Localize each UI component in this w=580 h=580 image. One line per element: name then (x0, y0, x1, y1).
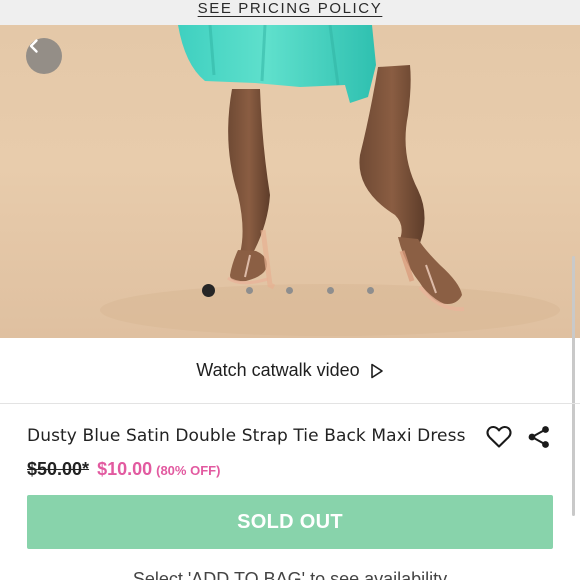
discount-badge: (80% OFF) (156, 463, 221, 478)
price-row: $50.00* $10.00 (80% OFF) (27, 459, 220, 480)
carousel-dot[interactable] (246, 287, 253, 294)
share-icon[interactable] (527, 425, 551, 449)
chevron-left-icon (29, 39, 38, 53)
carousel-dot[interactable] (202, 284, 215, 297)
sale-price: $10.00 (97, 459, 153, 479)
original-price: $50.00* (27, 459, 90, 479)
sold-out-button[interactable]: SOLD OUT (27, 495, 553, 549)
pricing-policy-link[interactable]: SEE PRICING POLICY (198, 0, 383, 17)
product-image-gallery[interactable] (0, 25, 580, 338)
play-icon (370, 363, 383, 378)
carousel-indicators (0, 284, 580, 298)
availability-hint: Select 'ADD TO BAG' to see availability (132, 569, 448, 580)
catwalk-label: Watch catwalk video (196, 360, 360, 380)
watch-catwalk-video-button[interactable]: Watch catwalk video (0, 338, 580, 404)
heart-icon[interactable] (486, 425, 512, 449)
product-title: Dusty Blue Satin Double Strap Tie Back M… (27, 426, 466, 446)
back-button[interactable] (26, 38, 62, 74)
carousel-dot[interactable] (327, 287, 334, 294)
carousel-dot[interactable] (367, 287, 374, 294)
carousel-dot[interactable] (286, 287, 293, 294)
pricing-banner: SEE PRICING POLICY (0, 0, 580, 25)
